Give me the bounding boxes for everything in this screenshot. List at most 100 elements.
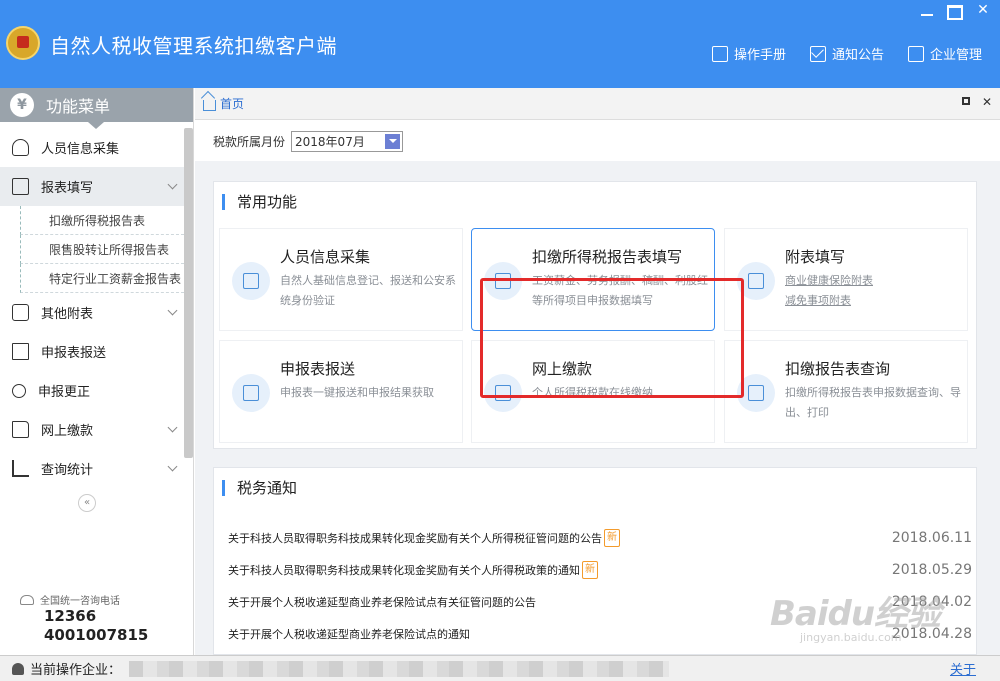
list-item[interactable]: 关于科技人员取得职务科技成果转化现金奖励有关个人所得税征管问题的公告 新 201… (228, 522, 972, 554)
sidebar-subitem-special-industry-report[interactable]: 特定行业工资薪金报告表 (20, 264, 184, 293)
person-icon (12, 139, 29, 156)
baidu-watermark: Baidu经验 jingyan.baidu.com (770, 586, 1000, 656)
app-title: 自然人税收管理系统扣缴客户端 (50, 34, 337, 58)
close-tab-button[interactable]: ✕ (982, 96, 992, 108)
company-management-link[interactable]: 企业管理 (907, 44, 982, 63)
card-personnel-info[interactable]: 人员信息采集 自然人基础信息登记、报送和公安系统身份验证 (219, 228, 463, 331)
sidebar-item-label: 网上缴款 (41, 424, 94, 439)
manual-icon (711, 45, 728, 62)
sidebar-scrollbar[interactable] (184, 128, 193, 458)
stats-icon (12, 460, 29, 477)
hotline-number-2: 4001007815 (44, 626, 149, 644)
maximize-button[interactable] (944, 2, 966, 20)
tab-bar: 首页 ✕ (195, 88, 1000, 120)
status-bar: 当前操作企业： 关于 (0, 655, 1000, 681)
main-content: 税款所属月份 2018年07月 常用功能 人员信息采集 自然人基础信息登记、报送… (195, 121, 1000, 655)
about-link[interactable]: 关于 (950, 659, 976, 678)
chevron-down-icon (167, 422, 178, 433)
exemption-schedule-link[interactable]: 减免事项附表 (785, 291, 963, 311)
notice-text[interactable]: 关于科技人员取得职务科技成果转化现金奖励有关个人所得税征管问题的公告 (228, 530, 602, 546)
card-title: 人员信息采集 (280, 248, 371, 266)
new-badge: 新 (604, 529, 620, 547)
folder-icon (12, 421, 29, 438)
sidebar-item-query-stats[interactable]: 查询统计 (0, 449, 184, 488)
chevron-down-icon (167, 179, 178, 190)
manual-link-label: 操作手册 (733, 48, 786, 63)
sidebar-item-correction[interactable]: 申报更正 (0, 371, 184, 410)
notice-text[interactable]: 关于开展个人税收递延型商业养老保险试点有关征管问题的公告 (228, 594, 536, 610)
sidebar-item-label: 申报更正 (38, 385, 91, 400)
sidebar-item-online-payment[interactable]: 网上缴款 (0, 410, 184, 449)
redacted-company-name (129, 660, 670, 677)
restore-tab-button[interactable] (961, 97, 970, 105)
sidebar-item-personnel[interactable]: 人员信息采集 (0, 128, 184, 167)
top-links: 操作手册 通知公告 企业管理 (711, 44, 982, 63)
tax-month-value: 2018年07月 (295, 134, 365, 149)
title-bar: 自然人税收管理系统扣缴客户端 ✕ 操作手册 通知公告 企业管理 (0, 0, 1000, 88)
card-desc: 扣缴所得税报告表申报数据查询、导出、打印 (785, 386, 961, 419)
tab-home-label: 首页 (220, 97, 245, 111)
sidebar-subitem-restricted-stock-report[interactable]: 限售股转让所得报告表 (20, 235, 184, 264)
sidebar-item-submit-report[interactable]: 申报表报送 (0, 332, 184, 371)
menu-header-label: 功能菜单 (46, 97, 111, 116)
user-icon (12, 662, 24, 675)
chevron-down-icon (167, 305, 178, 316)
card-submit-report[interactable]: 申报表报送 申报表一键报送和申报结果获取 (219, 340, 463, 443)
hotline-number-1: 12366 (44, 607, 97, 625)
notice-link[interactable]: 通知公告 (809, 44, 884, 63)
sidebar-item-report-fill[interactable]: 报表填写 (0, 167, 184, 206)
menu-list: 人员信息采集 报表填写 扣缴所得税报告表 限售股转让所得报告表 特定行业工资薪金… (0, 128, 184, 488)
sidebar: ¥ 功能菜单 人员信息采集 报表填写 扣缴所得税报告表 限售股转让所得报告表 特… (0, 88, 194, 655)
hotline-block: 全国统一咨询电话 12366 4001007815 (20, 592, 180, 645)
dropdown-arrow-icon[interactable] (385, 133, 401, 149)
list-item[interactable]: 关于科技人员取得职务科技成果转化现金奖励有关个人所得税政策的通知 新 2018.… (228, 554, 972, 586)
month-filter-label: 税款所属月份 (213, 134, 286, 149)
grid-icon (12, 304, 29, 321)
tab-home[interactable]: 首页 (203, 95, 244, 112)
company-management-label: 企业管理 (929, 48, 982, 63)
phone-icon (20, 594, 34, 605)
notice-text[interactable]: 关于科技人员取得职务科技成果转化现金奖励有关个人所得税政策的通知 (228, 562, 580, 578)
sidebar-subitem-withholding-report[interactable]: 扣缴所得税报告表 (20, 206, 184, 235)
collapse-sidebar-icon[interactable]: « (78, 494, 96, 512)
card-schedule-fill[interactable]: 附表填写 商业健康保险附表 减免事项附表 (724, 228, 968, 331)
sidebar-item-label: 其他附表 (41, 307, 94, 322)
card-report-query[interactable]: 扣缴报告表查询 扣缴所得税报告表申报数据查询、导出、打印 (724, 340, 968, 443)
yen-icon: ¥ (10, 93, 34, 117)
sidebar-item-label: 报表填写 (41, 181, 94, 196)
edit-icon (12, 178, 29, 195)
common-functions-title: 常用功能 (222, 194, 297, 210)
manual-link[interactable]: 操作手册 (711, 44, 786, 63)
sidebar-item-other-schedules[interactable]: 其他附表 (0, 293, 184, 332)
window-controls: ✕ (916, 2, 994, 20)
tab-controls: ✕ (961, 96, 992, 108)
card-title: 附表填写 (785, 248, 846, 266)
chevron-down-icon (167, 461, 178, 472)
tax-month-select[interactable]: 2018年07月 (291, 130, 404, 152)
hotline-label-row: 全国统一咨询电话 (20, 592, 180, 607)
sidebar-item-label: 申报表报送 (41, 346, 107, 361)
home-icon (203, 100, 216, 111)
health-insurance-schedule-link[interactable]: 商业健康保险附表 (785, 271, 963, 291)
watermark-sub: jingyan.baidu.com (800, 631, 902, 644)
month-filter-bar: 税款所属月份 2018年07月 (195, 121, 1000, 161)
notice-date: 2018.06.11 (891, 530, 972, 546)
new-badge: 新 (582, 561, 598, 579)
card-title: 扣缴报告表查询 (785, 360, 891, 378)
document-icon (12, 343, 29, 360)
current-company-label: 当前操作企业： (30, 663, 122, 678)
tax-emblem-logo (6, 26, 40, 60)
close-button[interactable]: ✕ (972, 2, 994, 20)
card-links: 商业健康保险附表 减免事项附表 (785, 271, 963, 311)
card-desc: 自然人基础信息登记、报送和公安系统身份验证 (280, 274, 456, 307)
id-card-icon (232, 262, 270, 300)
menu-header: ¥ 功能菜单 (0, 88, 193, 122)
card-title: 申报表报送 (280, 360, 356, 378)
sidebar-item-label: 人员信息采集 (41, 142, 120, 157)
notice-date: 2018.05.29 (891, 562, 972, 578)
minimize-button[interactable] (916, 2, 938, 20)
card-title: 扣缴所得税报告表填写 (532, 248, 683, 266)
watermark-main: Baidu经验 (770, 594, 941, 634)
notice-text[interactable]: 关于开展个人税收递延型商业养老保险试点的通知 (228, 626, 470, 642)
hotline-label: 全国统一咨询电话 (40, 596, 120, 607)
